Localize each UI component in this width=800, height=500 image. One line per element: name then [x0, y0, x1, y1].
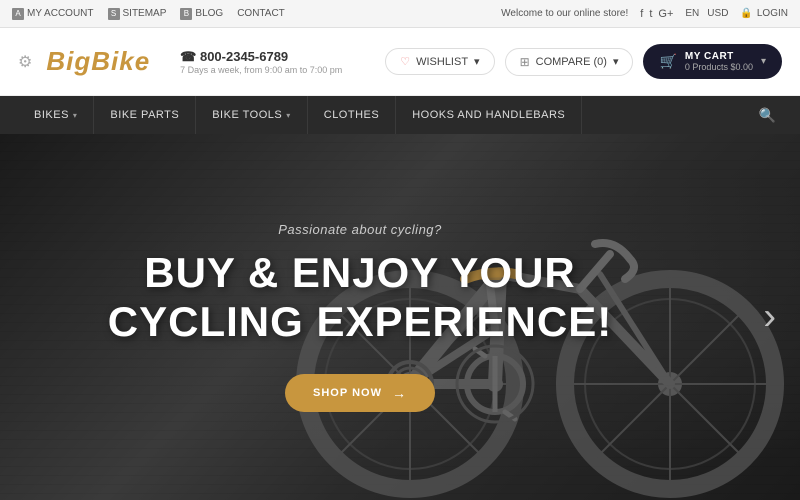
- nav-item-clothes[interactable]: CLOTHES: [308, 96, 396, 134]
- hero-title-line1: BUY & ENJOY YOUR: [144, 249, 575, 296]
- nav-item-bike-tools[interactable]: BIKE TOOLS ▾: [196, 96, 308, 134]
- hero-subtitle: Passionate about cycling?: [108, 222, 612, 237]
- heart-icon: ♡: [400, 55, 410, 68]
- logo-text: BigBike: [46, 46, 150, 77]
- hero-title: BUY & ENJOY YOUR CYCLING EXPERIENCE!: [108, 249, 612, 346]
- blog-link[interactable]: B BLOG: [180, 8, 223, 20]
- hero-title-line2: CYCLING EXPERIENCE!: [108, 298, 612, 345]
- header-actions: ♡ WISHLIST ▾ ⊞ COMPARE (0) ▾ 🛒 MY CART 0…: [385, 44, 782, 79]
- wishlist-button[interactable]: ♡ WISHLIST ▾: [385, 48, 494, 75]
- blog-icon: B: [180, 8, 192, 20]
- contact-link[interactable]: CONTACT: [237, 8, 285, 19]
- bikes-chevron: ▾: [73, 111, 78, 120]
- sitemap-link[interactable]: S SITEMAP: [108, 8, 167, 20]
- currency-selector[interactable]: USD: [707, 8, 728, 19]
- logo-prefix: Big: [46, 46, 91, 76]
- hero-section: Passionate about cycling? BUY & ENJOY YO…: [0, 134, 800, 500]
- phone-hours: 7 Days a week, from 9:00 am to 7:00 pm: [180, 65, 342, 75]
- cart-sub: 0 Products $0.00: [685, 62, 753, 72]
- phone-details: ☎ 800-2345-6789 7 Days a week, from 9:00…: [180, 49, 342, 75]
- top-bar-links: A MY ACCOUNT S SITEMAP B BLOG CONTACT: [12, 8, 285, 20]
- main-nav: BIKES ▾ BIKE PARTS BIKE TOOLS ▾ CLOTHES …: [0, 96, 800, 134]
- shop-arrow-icon: →: [392, 385, 407, 401]
- welcome-text: Welcome to our online store!: [501, 8, 628, 19]
- cart-button[interactable]: 🛒 MY CART 0 Products $0.00 ▾: [643, 44, 782, 79]
- lock-icon: 🔒: [740, 8, 752, 19]
- lang-currency: EN USD: [685, 8, 728, 19]
- account-icon: A: [12, 8, 24, 20]
- nav-search-icon[interactable]: 🔍: [753, 107, 782, 124]
- top-bar-right: Welcome to our online store! f t G+ EN U…: [501, 8, 788, 20]
- logo[interactable]: BigBike: [46, 46, 150, 77]
- sitemap-icon: S: [108, 8, 120, 20]
- compare-chevron: ▾: [613, 55, 619, 68]
- cart-icon: 🛒: [659, 53, 676, 70]
- compare-icon: ⊞: [520, 55, 530, 69]
- logo-suffix: Bike: [91, 46, 150, 76]
- nav-item-bike-parts[interactable]: BIKE PARTS: [94, 96, 196, 134]
- settings-icon[interactable]: ⚙: [18, 52, 32, 72]
- top-bar: A MY ACCOUNT S SITEMAP B BLOG CONTACT We…: [0, 0, 800, 28]
- social-icons: f t G+: [640, 8, 673, 20]
- wishlist-chevron: ▾: [474, 55, 480, 68]
- language-selector[interactable]: EN: [685, 8, 699, 19]
- cart-chevron: ▾: [761, 56, 766, 67]
- bike-tools-chevron: ▾: [286, 111, 291, 120]
- shop-now-button[interactable]: SHOP NOW →: [285, 374, 435, 412]
- googleplus-icon[interactable]: G+: [658, 8, 673, 20]
- phone-number: ☎ 800-2345-6789: [180, 49, 342, 65]
- nav-item-bikes[interactable]: BIKES ▾: [18, 96, 94, 134]
- facebook-icon[interactable]: f: [640, 8, 643, 20]
- hero-next-arrow[interactable]: ›: [763, 296, 776, 339]
- compare-button[interactable]: ⊞ COMPARE (0) ▾: [505, 48, 634, 76]
- header: ⚙ BigBike ☎ 800-2345-6789 7 Days a week,…: [0, 28, 800, 96]
- nav-item-hooks-handlebars[interactable]: HOOKS AND HANDLEBARS: [396, 96, 582, 134]
- twitter-icon[interactable]: t: [649, 8, 652, 20]
- hero-content: Passionate about cycling? BUY & ENJOY YO…: [108, 222, 612, 412]
- phone-block: ☎ 800-2345-6789 7 Days a week, from 9:00…: [180, 49, 342, 75]
- login-button[interactable]: 🔒 LOGIN: [740, 8, 788, 19]
- cart-label: MY CART: [685, 51, 734, 62]
- cart-details: MY CART 0 Products $0.00: [685, 51, 753, 72]
- my-account-link[interactable]: A MY ACCOUNT: [12, 8, 94, 20]
